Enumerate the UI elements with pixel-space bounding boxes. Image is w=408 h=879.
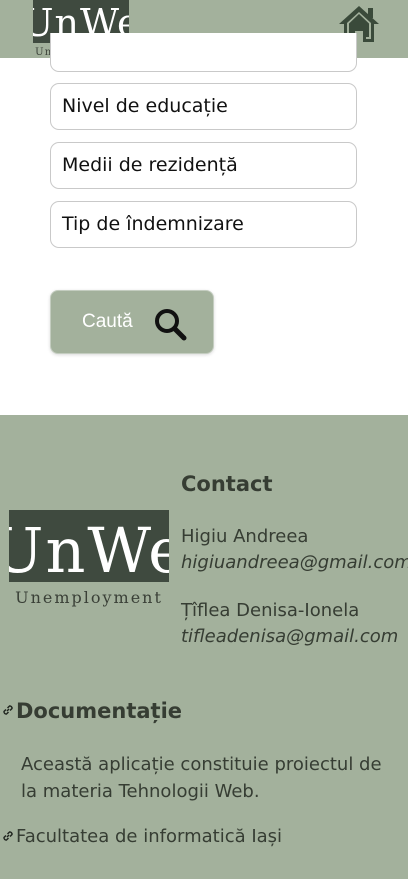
footer-unwe-logo: UnWe Unemployment — [9, 510, 169, 607]
contact-name: Higiu Andreea — [181, 526, 309, 547]
search-button[interactable]: Caută — [50, 290, 214, 354]
link-icon — [3, 705, 13, 715]
link-icon — [3, 831, 13, 841]
contact-email-link[interactable]: tifleadenisa@gmail.com — [181, 626, 398, 647]
allowance-type-field[interactable]: Tip de îndemnizare — [50, 201, 357, 248]
project-description: Această aplicație constituie proiectul d… — [21, 754, 382, 802]
contact-name: Țîflea Denisa-Ionela — [181, 600, 360, 621]
education-level-field[interactable]: Nivel de educație — [50, 83, 357, 130]
residence-field[interactable]: Medii de rezidență — [50, 142, 357, 189]
faculty-link[interactable]: Facultatea de informatică Iași — [16, 826, 282, 847]
search-button-label: Caută — [82, 311, 133, 332]
filter-field-partial[interactable] — [50, 33, 357, 72]
documentation-heading: Documentație — [16, 699, 183, 723]
footer-logo-sub-text: Unemployment — [15, 588, 163, 607]
footer-logo-main-text: UnWe — [9, 514, 169, 587]
contact-heading: Contact — [181, 472, 273, 496]
search-icon — [155, 309, 187, 341]
contact-email-link[interactable]: higiuandreea@gmail.com — [181, 552, 408, 573]
footer: UnWe Unemployment Contact Higiu Andreea … — [0, 415, 408, 879]
